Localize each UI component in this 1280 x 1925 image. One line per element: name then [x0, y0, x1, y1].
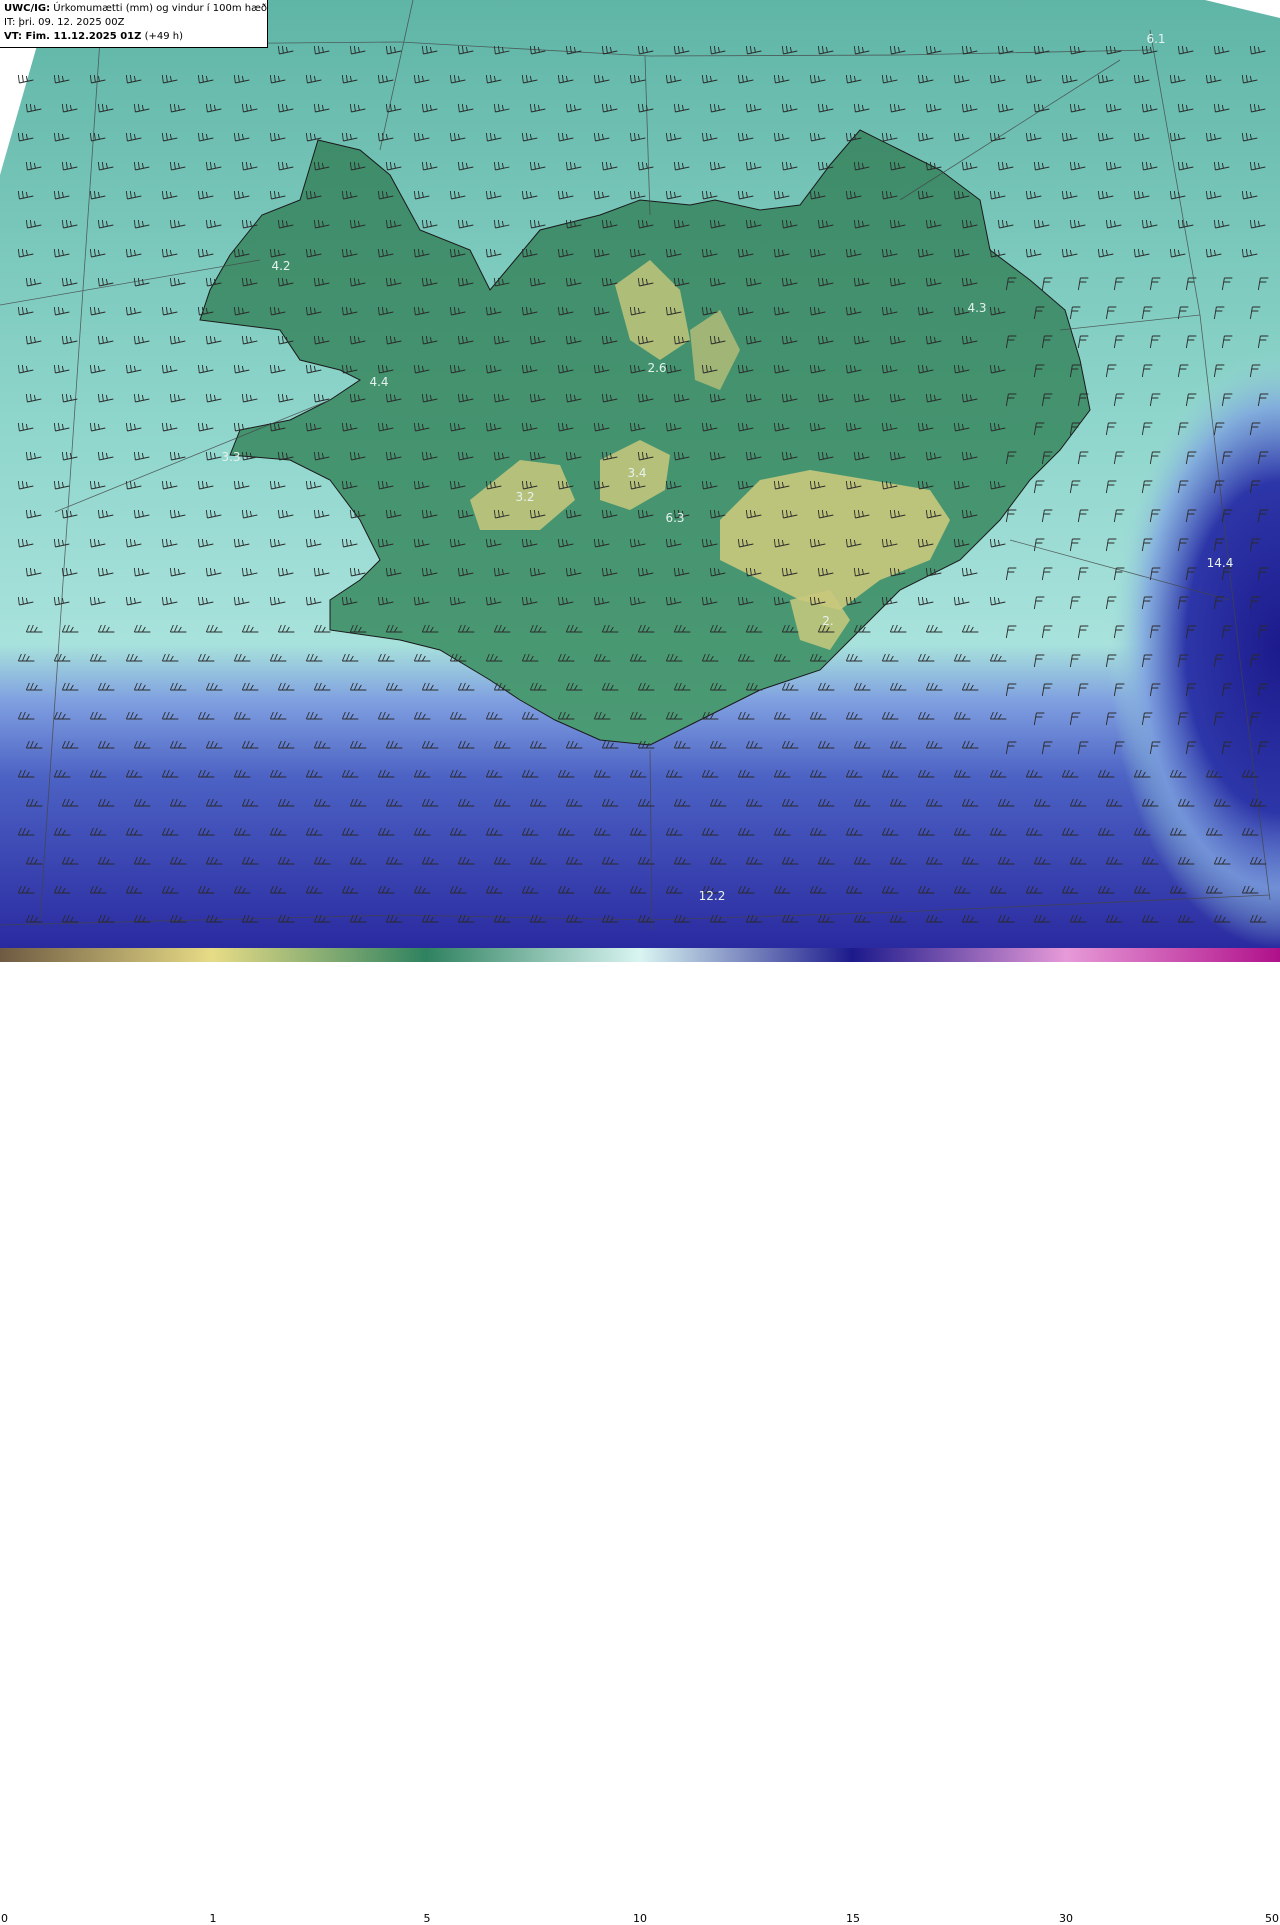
colorbar-gradient: [0, 948, 1280, 962]
colorbar-tick-6: 50: [1265, 1912, 1279, 1925]
forecast-hour: (+49 h): [144, 31, 183, 42]
value-label: 4.3: [967, 301, 986, 315]
value-label: 6.1: [1146, 32, 1165, 46]
map-info-box: UWC/IG: Úrkomumætti (mm) og vindur í 100…: [0, 0, 268, 48]
value-label: 14.4: [1207, 556, 1234, 570]
colorbar-tick-4: 15: [846, 1912, 860, 1925]
colorbar-tick-0: 0: [1, 1912, 8, 1925]
valid-time: VT: Fim. 11.12.2025 01Z: [4, 31, 142, 42]
colorbar-tick-5: 30: [1059, 1912, 1073, 1925]
colorbar: 0 1 5 10 15 30 50: [0, 948, 1280, 1925]
value-label: 3.4: [627, 466, 646, 480]
value-label: 2.: [822, 614, 833, 628]
value-label: 12.2: [699, 889, 726, 903]
map-title: Úrkomumætti (mm) og vindur í 100m hæð: [53, 3, 268, 14]
value-label: 3.3: [221, 450, 240, 464]
colorbar-tick-3: 10: [633, 1912, 647, 1925]
init-time: IT: þri. 09. 12. 2025 00Z: [4, 17, 125, 28]
colorbar-tick-1: 1: [209, 1912, 217, 1925]
model-prefix: UWC/IG:: [4, 3, 51, 14]
value-label: 4.2: [271, 259, 290, 273]
precipitation-map: 6.1 4.2 4.4 3.3 3.2 3.4 2.6 6.3 4.3 14.4 12.2 2.: [0, 0, 1280, 948]
colorbar-tick-2: 5: [423, 1912, 431, 1925]
value-label: 2.6: [647, 361, 666, 375]
value-label: 3.2: [515, 490, 534, 504]
value-label: 6.3: [665, 511, 684, 525]
value-label: 4.4: [369, 375, 388, 389]
